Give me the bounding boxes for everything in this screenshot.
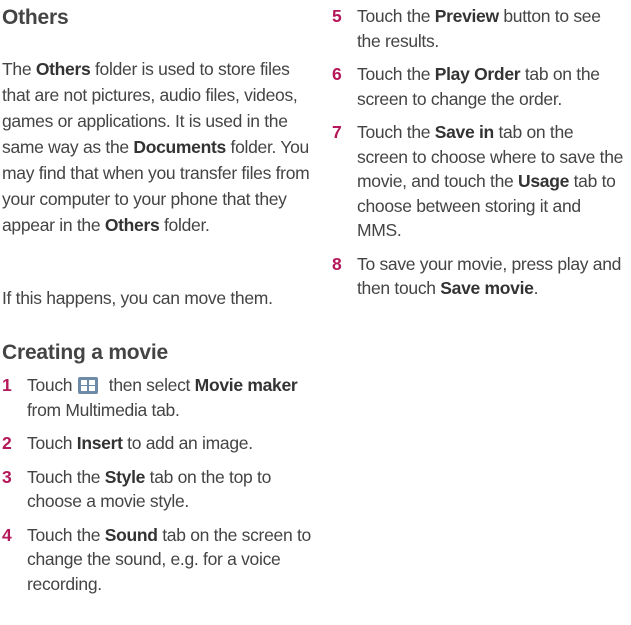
step-number: 3: [2, 466, 12, 487]
step-8: 8 To save your movie, press play and the…: [332, 253, 622, 299]
step-4: 4 Touch the Sound tab on the screen to c…: [2, 524, 311, 594]
movie-steps-list-left: 1 Touch then select Movie maker from Mul…: [2, 373, 312, 605]
step-number: 7: [332, 122, 342, 142]
section-title-creating-movie: Creating a movie: [2, 341, 169, 364]
step-number: 8: [332, 253, 342, 274]
step-number: 2: [2, 433, 12, 453]
others-folder-name: Others: [35, 58, 91, 79]
section-title-others: Others: [2, 6, 69, 29]
step-1: 1 Touch then select Movie maker from Mul…: [2, 375, 298, 420]
step-5: 5 Touch the Preview button to see the re…: [332, 6, 601, 51]
others-description: The Others folder is used to store files…: [2, 58, 310, 235]
documents-folder-name: Documents: [133, 136, 226, 157]
step-number: 6: [332, 64, 342, 84]
movie-steps-list-right: 5 Touch the Preview button to see the re…: [332, 4, 628, 310]
apps-grid-icon: [78, 377, 99, 394]
step-2: 2 Touch Insert to add an image.: [2, 431, 312, 456]
step-7: 7 Touch the Save in tab on the screen to…: [332, 122, 624, 240]
step-6: 6 Touch the Play Order tab on the screen…: [332, 64, 600, 109]
others-note: If this happens, you can move them.: [2, 287, 273, 308]
step-number: 4: [2, 524, 12, 545]
others-folder-name: Others: [104, 214, 160, 235]
step-number: 1: [2, 375, 12, 395]
step-number: 5: [332, 6, 342, 26]
step-3: 3 Touch the Style tab on the top to choo…: [2, 466, 272, 512]
